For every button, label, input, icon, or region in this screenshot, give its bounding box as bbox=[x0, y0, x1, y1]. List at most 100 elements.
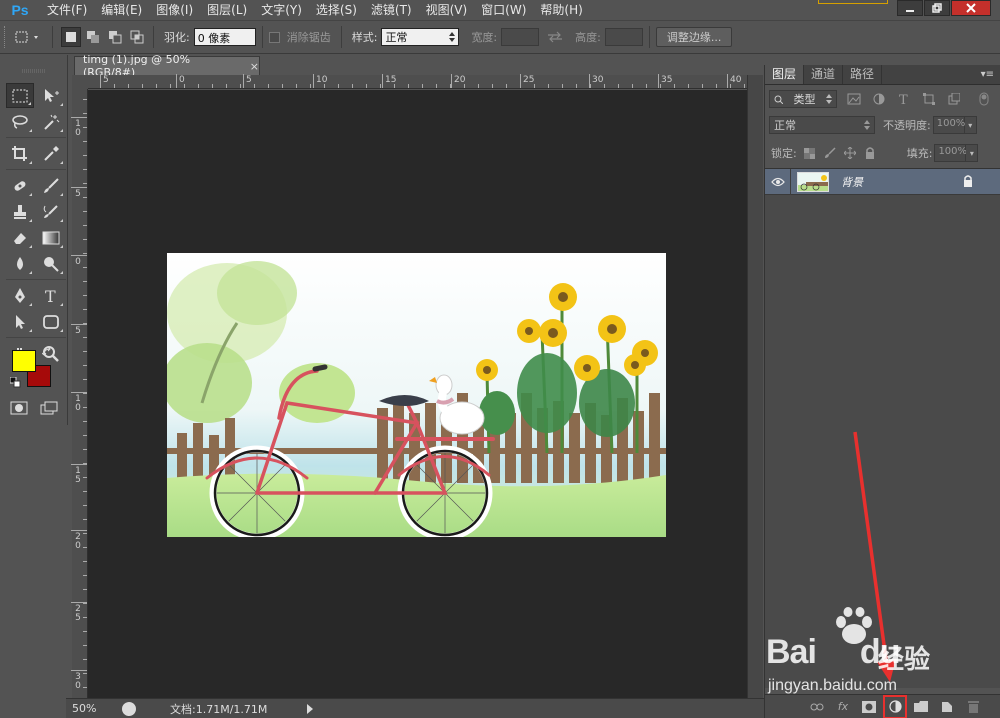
blur-tool-icon[interactable] bbox=[6, 251, 34, 276]
filter-shape-icon[interactable] bbox=[921, 92, 937, 106]
screen-mode-icon[interactable] bbox=[40, 401, 60, 415]
menu-select[interactable]: 选择(S) bbox=[309, 0, 364, 20]
options-bar-grip[interactable] bbox=[4, 26, 10, 48]
path-selection-icon[interactable] bbox=[6, 309, 34, 334]
ruler-minor-tick bbox=[83, 365, 87, 366]
width-input[interactable] bbox=[501, 28, 540, 46]
tab-paths[interactable]: 路径 bbox=[843, 65, 883, 84]
trash-icon[interactable] bbox=[965, 699, 981, 715]
subtract-from-selection-icon[interactable] bbox=[105, 27, 125, 47]
vertical-ruler[interactable]: 1 0 5 0 5 1 0 1 5 2 0 2 5 3 0 bbox=[71, 89, 88, 698]
separator bbox=[648, 26, 650, 48]
lock-position-icon[interactable] bbox=[843, 146, 857, 160]
close-icon[interactable] bbox=[951, 0, 991, 16]
menu-view[interactable]: 视图(V) bbox=[419, 0, 475, 20]
move-tool-icon[interactable] bbox=[37, 83, 65, 108]
menu-layer[interactable]: 图层(L) bbox=[200, 0, 254, 20]
fx-icon[interactable]: fx bbox=[835, 699, 851, 715]
document-image[interactable] bbox=[167, 253, 666, 537]
filter-smart-object-icon[interactable] bbox=[946, 92, 962, 106]
ruler-minor-tick bbox=[618, 84, 619, 88]
filter-type-icon[interactable]: T bbox=[896, 92, 912, 106]
lasso-tool-icon[interactable] bbox=[6, 109, 34, 134]
tab-layers[interactable]: 图层 bbox=[765, 65, 805, 84]
swap-colors-icon[interactable] bbox=[42, 347, 54, 359]
filter-adjustment-icon[interactable] bbox=[871, 92, 887, 106]
fill-input[interactable]: 100% bbox=[934, 144, 967, 162]
adjustment-layer-icon[interactable] bbox=[883, 694, 907, 718]
rectangle-shape-icon[interactable] bbox=[37, 309, 65, 334]
magic-wand-icon[interactable] bbox=[37, 109, 65, 134]
lock-image-pixels-icon[interactable] bbox=[823, 146, 837, 160]
tool-preset-picker[interactable] bbox=[12, 27, 46, 47]
canvas-area[interactable] bbox=[88, 90, 747, 698]
panel-menu-icon[interactable]: ▾≡ bbox=[981, 69, 994, 80]
gradient-tool-icon[interactable] bbox=[37, 225, 65, 250]
ruler-minor-tick bbox=[83, 351, 87, 352]
status-menu-arrow-icon[interactable] bbox=[307, 703, 314, 714]
filter-toggle-icon[interactable] bbox=[976, 92, 992, 106]
layer-filter-select[interactable]: 类型 bbox=[769, 90, 837, 108]
link-icon[interactable] bbox=[809, 699, 825, 715]
rectangular-marquee-icon[interactable] bbox=[6, 83, 34, 108]
toolbar-grip[interactable] bbox=[22, 69, 46, 73]
document-tab[interactable]: timg (1).jpg @ 50%(RGB/8#) × bbox=[74, 53, 260, 79]
swap-width-height-icon[interactable] bbox=[545, 27, 565, 47]
feather-input[interactable]: 0 像素 bbox=[193, 28, 256, 46]
zoom-level[interactable]: 50% bbox=[66, 702, 112, 715]
blend-mode-select[interactable]: 正常 bbox=[769, 116, 875, 134]
menu-image[interactable]: 图像(I) bbox=[149, 0, 200, 20]
ruler-minor-tick bbox=[83, 281, 87, 282]
group-folder-icon[interactable] bbox=[913, 699, 929, 715]
foreground-color-swatch[interactable] bbox=[12, 350, 36, 372]
style-select[interactable]: 正常 bbox=[381, 28, 460, 46]
layer-name[interactable]: 背景 bbox=[841, 174, 863, 190]
layer-row[interactable]: 背景 bbox=[765, 168, 1000, 195]
ruler-minor-tick bbox=[394, 84, 395, 88]
ruler-origin[interactable] bbox=[72, 75, 88, 89]
separator bbox=[153, 26, 154, 48]
close-tab-icon[interactable]: × bbox=[250, 60, 259, 73]
canvas-vertical-scrollbar[interactable] bbox=[747, 75, 763, 698]
crop-tool-icon[interactable] bbox=[6, 141, 34, 166]
fill-dropdown-icon[interactable]: ▾ bbox=[966, 144, 979, 162]
menu-edit[interactable]: 编辑(E) bbox=[94, 0, 149, 20]
opacity-dropdown-icon[interactable]: ▾ bbox=[964, 116, 977, 134]
menu-window[interactable]: 窗口(W) bbox=[474, 0, 533, 20]
eyedropper-icon[interactable] bbox=[37, 141, 65, 166]
visibility-eye-icon[interactable] bbox=[765, 168, 791, 195]
clone-stamp-icon[interactable] bbox=[6, 199, 34, 224]
menu-file[interactable]: 文件(F) bbox=[40, 0, 94, 20]
refine-edge-button[interactable]: 调整边缘... bbox=[655, 27, 733, 47]
status-info-icon[interactable] bbox=[122, 701, 136, 716]
default-colors-icon[interactable] bbox=[10, 377, 22, 389]
height-input[interactable] bbox=[604, 28, 643, 46]
new-selection-icon[interactable] bbox=[61, 27, 81, 47]
mask-icon[interactable] bbox=[861, 699, 877, 715]
lock-transparent-pixels-icon[interactable] bbox=[803, 146, 817, 160]
type-tool-icon[interactable]: T bbox=[37, 283, 65, 308]
pen-tool-icon[interactable] bbox=[6, 283, 34, 308]
minimize-icon[interactable] bbox=[897, 0, 923, 16]
menu-type[interactable]: 文字(Y) bbox=[254, 0, 309, 20]
spot-healing-brush-icon[interactable] bbox=[6, 173, 34, 198]
fill-label: 填充: bbox=[906, 147, 933, 160]
menu-help[interactable]: 帮助(H) bbox=[533, 0, 589, 20]
restore-icon[interactable] bbox=[924, 0, 950, 16]
brush-tool-icon[interactable] bbox=[37, 173, 65, 198]
dodge-tool-icon[interactable] bbox=[37, 251, 65, 276]
new-layer-icon[interactable] bbox=[939, 699, 955, 715]
filter-pixel-icon[interactable] bbox=[846, 92, 862, 106]
antialias-checkbox[interactable] bbox=[268, 31, 280, 43]
eraser-tool-icon[interactable] bbox=[6, 225, 34, 250]
add-to-selection-icon[interactable] bbox=[83, 27, 103, 47]
intersect-selection-icon[interactable] bbox=[127, 27, 147, 47]
menu-filter[interactable]: 滤镜(T) bbox=[364, 0, 419, 20]
opacity-input[interactable]: 100% bbox=[932, 116, 965, 134]
ruler-minor-tick bbox=[520, 84, 521, 88]
quick-mask-icon[interactable] bbox=[10, 401, 28, 415]
lock-all-icon[interactable] bbox=[863, 146, 877, 160]
history-brush-icon[interactable] bbox=[37, 199, 65, 224]
horizontal-ruler[interactable]: 5 0 5 10 15 20 25 30 35 40 bbox=[88, 74, 748, 89]
tab-channels[interactable]: 通道 bbox=[804, 65, 844, 84]
